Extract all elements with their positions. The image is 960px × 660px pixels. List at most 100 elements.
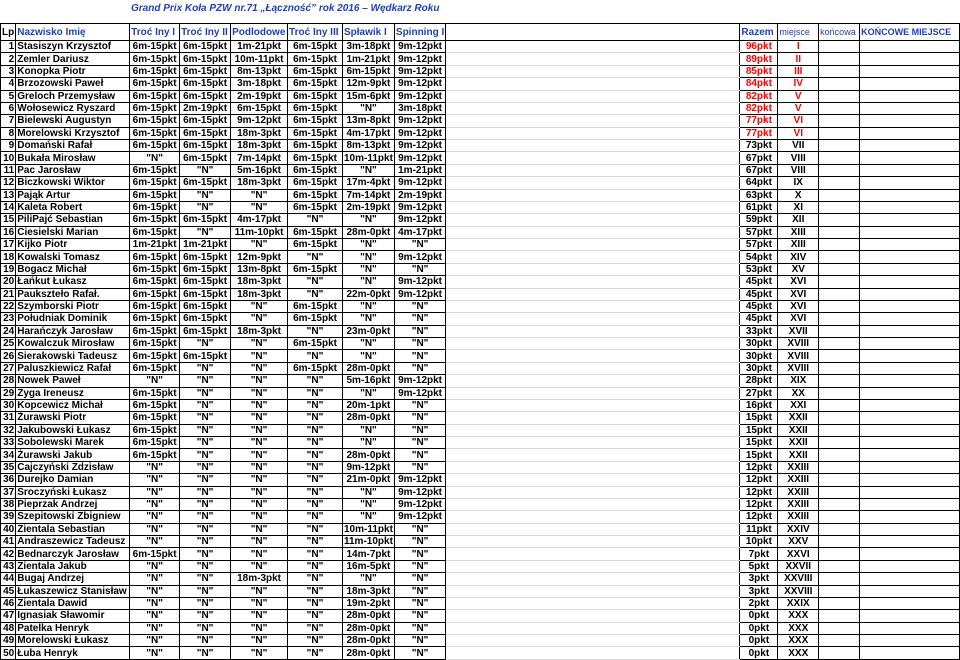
cell-round-2: "N" <box>179 633 232 648</box>
cell-lp: 10 <box>0 151 17 165</box>
cell-final-place <box>859 324 960 339</box>
table-row: 23 Południak Dominik 6m-15pkt 6m-15pkt "N" 6m… <box>0 312 960 326</box>
cell-round-4: 6m-15pkt <box>287 225 343 240</box>
cell-final-place <box>859 237 960 252</box>
cell-total: 61pkt <box>739 200 779 215</box>
cell-round-1: 6m-15pkt <box>129 547 181 561</box>
cell-round-5: "N" <box>341 336 395 351</box>
cell-round-6: 9m-12pkt <box>393 473 447 487</box>
table-row: 4 Brzozowski Paweł 6m-15pkt 6m-15pkt 3m-18pk… <box>0 77 960 91</box>
cell-round-1: "N" <box>129 584 181 598</box>
cell-final <box>818 411 861 425</box>
cell-name: Bednarczyk Jarosław <box>15 547 131 561</box>
cell-round-5: 28m-0pkt <box>341 633 395 648</box>
cell-lp: 18 <box>0 250 17 264</box>
cell-round-5: 10m-11pkt <box>341 522 395 537</box>
cell-empty-gap <box>445 188 740 202</box>
cell-round-2: "N" <box>179 225 232 240</box>
cell-name: Łańkut Łukasz <box>15 275 131 289</box>
cell-round-1: 6m-15pkt <box>129 448 181 462</box>
cell-round-4: "N" <box>287 646 343 660</box>
cell-empty-gap <box>445 101 740 116</box>
header-round-6: Spinning I <box>393 23 447 41</box>
cell-round-6: "N" <box>393 262 447 277</box>
cell-round-2: "N" <box>179 473 232 487</box>
cell-final <box>818 559 861 574</box>
cell-final-place <box>859 114 960 128</box>
cell-round-4: 6m-15pkt <box>287 176 343 190</box>
cell-round-3: "N" <box>230 188 289 202</box>
cell-round-6: 9m-12pkt <box>393 126 447 141</box>
cell-round-2: 6m-15pkt <box>179 64 232 79</box>
cell-name: Szepitowski Zbigniew <box>15 510 131 524</box>
cell-lp: 47 <box>0 609 17 623</box>
cell-round-2: 6m-15pkt <box>179 126 232 141</box>
cell-round-4: 6m-15pkt <box>287 200 343 215</box>
cell-round-2: 6m-15pkt <box>179 39 232 54</box>
cell-round-2: 6m-15pkt <box>179 287 232 301</box>
cell-empty-gap <box>445 522 740 537</box>
cell-total: 63pkt <box>739 188 779 202</box>
cell-round-5: "N" <box>341 101 395 116</box>
cell-round-5: "N" <box>341 349 395 363</box>
cell-final <box>818 163 861 178</box>
cell-place: VI <box>777 126 820 141</box>
cell-round-6: 9m-12pkt <box>393 386 447 400</box>
cell-final <box>818 609 861 623</box>
cell-round-4: "N" <box>287 485 343 499</box>
cell-name: Sierakowski Tadeusz <box>15 349 131 363</box>
cell-name: Sroczyński Łukasz <box>15 485 131 499</box>
cell-lp: 17 <box>0 237 17 252</box>
cell-round-2: "N" <box>179 435 232 450</box>
cell-round-1: "N" <box>129 621 181 636</box>
table-row: 11 Pac Jarosław 6m-15pkt "N" 5m-16pkt 6m-15pk… <box>0 163 960 178</box>
header-round-1: Troć Iny I <box>129 23 181 41</box>
cell-final <box>818 200 861 215</box>
cell-final-place <box>859 596 960 611</box>
cell-empty-gap <box>445 609 740 623</box>
cell-place: XXIII <box>777 485 820 499</box>
cell-name: Bukała Mirosław <box>15 151 131 165</box>
cell-round-4: "N" <box>287 349 343 363</box>
cell-final-place <box>859 398 960 413</box>
cell-empty-gap <box>445 237 740 252</box>
cell-round-1: "N" <box>129 460 181 475</box>
cell-name: Ciesielski Marian <box>15 225 131 240</box>
table-row: 13 Pająk Artur 6m-15pkt "N" "N" 6m-15pkt 7m-14… <box>0 188 960 202</box>
cell-round-1: "N" <box>129 609 181 623</box>
cell-round-6: 9m-12pkt <box>393 64 447 79</box>
cell-round-3: 12m-9pkt <box>230 250 289 264</box>
cell-name: Cajczyński Zdzisław <box>15 460 131 475</box>
cell-round-3: "N" <box>230 646 289 660</box>
cell-final <box>818 386 861 400</box>
cell-final-place <box>859 386 960 400</box>
cell-empty-gap <box>445 621 740 636</box>
cell-round-1: 6m-15pkt <box>129 52 181 66</box>
cell-round-6: 9m-12pkt <box>393 151 447 165</box>
cell-name: Bielewski Augustyn <box>15 114 131 128</box>
cell-final-place <box>859 559 960 574</box>
cell-total: 12pkt <box>739 497 779 512</box>
cell-lp: 40 <box>0 522 17 537</box>
table-row: 19 Bogacz Michał 6m-15pkt 6m-15pkt 13m-8pkt 6… <box>0 262 960 277</box>
cell-round-6: 1m-21pkt <box>393 163 447 178</box>
cell-final-place <box>859 609 960 623</box>
cell-lp: 33 <box>0 435 17 450</box>
cell-round-1: "N" <box>129 646 181 660</box>
cell-round-4: "N" <box>287 250 343 264</box>
cell-total: 12pkt <box>739 510 779 524</box>
cell-round-6: 9m-12pkt <box>393 485 447 499</box>
cell-round-1: 6m-15pkt <box>129 411 181 425</box>
cell-final <box>818 126 861 141</box>
cell-final <box>818 596 861 611</box>
cell-empty-gap <box>445 77 740 91</box>
cell-place: XXX <box>777 646 820 660</box>
cell-name: Kaleta Robert <box>15 200 131 215</box>
cell-round-2: "N" <box>179 200 232 215</box>
cell-round-1: 6m-15pkt <box>129 200 181 215</box>
cell-total: 15pkt <box>739 448 779 462</box>
cell-round-1: 6m-15pkt <box>129 349 181 363</box>
cell-place: XI <box>777 200 820 215</box>
cell-round-3: "N" <box>230 596 289 611</box>
table-row: 27 Paluszkiewicz Rafał 6m-15pkt "N" "N" 6m-15… <box>0 361 960 376</box>
